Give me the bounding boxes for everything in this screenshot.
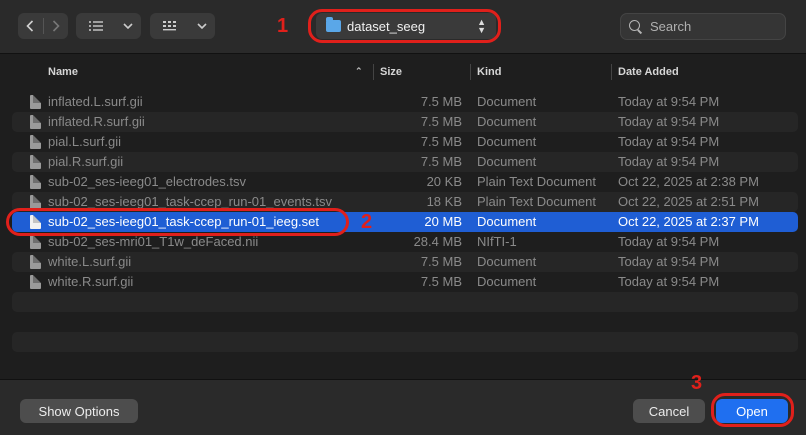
folder-icon (326, 17, 341, 32)
file-name: inflated.R.surf.gii (48, 114, 145, 129)
annotation-number: 3 (691, 372, 703, 394)
open-button[interactable]: Open (716, 399, 788, 423)
toolbar: dataset_seeg ▲ ▼ (0, 0, 806, 54)
location-label: dataset_seeg (347, 18, 426, 34)
forward-button[interactable] (44, 13, 69, 39)
file-date: Oct 22, 2025 at 2:37 PM (618, 214, 759, 229)
file-kind: Document (477, 254, 537, 269)
chevron-down-icon (116, 13, 140, 39)
file-size: 20 MB (424, 214, 462, 229)
column-header: Name ⌃ Size Kind Date Added (0, 60, 806, 84)
dialog-footer: Show Options Cancel Open (0, 379, 806, 435)
file-date: Today at 9:54 PM (618, 234, 720, 249)
search-input[interactable] (650, 19, 770, 34)
file-name: pial.R.surf.gii (48, 154, 124, 169)
file-date: Today at 9:54 PM (618, 134, 720, 149)
file-row[interactable]: white.R.surf.gii 7.5 MB Document Today a… (12, 272, 798, 292)
document-icon (30, 95, 41, 109)
file-date: Oct 22, 2025 at 2:51 PM (618, 194, 759, 209)
file-kind: Document (477, 134, 537, 149)
file-row-selected[interactable]: sub-02_ses-ieeg01_task-ccep_run-01_ieeg.… (12, 212, 798, 232)
group-view-button[interactable] (150, 13, 215, 39)
back-button[interactable] (18, 13, 43, 39)
file-row[interactable]: sub-02_ses-ieeg01_task-ccep_run-01_event… (12, 192, 798, 212)
location-popup[interactable]: dataset_seeg ▲ ▼ (316, 13, 496, 39)
file-row[interactable]: sub-02_ses-ieeg01_electrodes.tsv 20 KB P… (12, 172, 798, 192)
file-kind: Document (477, 114, 537, 129)
document-icon (30, 175, 41, 189)
document-icon (30, 115, 41, 129)
empty-row (12, 332, 798, 352)
grid-icon (150, 13, 190, 39)
file-name: white.R.surf.gii (48, 274, 134, 289)
empty-row (12, 292, 798, 312)
up-down-chevron-icon: ▲ ▼ (477, 17, 486, 35)
file-kind: Document (477, 214, 537, 229)
file-kind: Document (477, 154, 537, 169)
annotation-number: 2 (361, 211, 373, 233)
file-row[interactable]: inflated.L.surf.gii 7.5 MB Document Toda… (12, 92, 798, 112)
file-kind: Plain Text Document (477, 194, 596, 209)
file-date: Today at 9:54 PM (618, 154, 720, 169)
document-icon (30, 255, 41, 269)
file-kind: Document (477, 94, 537, 109)
file-size: 28.4 MB (413, 234, 462, 249)
file-size: 7.5 MB (420, 254, 462, 269)
column-size[interactable]: Size (380, 60, 402, 84)
file-list: inflated.L.surf.gii 7.5 MB Document Toda… (12, 92, 798, 292)
file-row[interactable]: pial.R.surf.gii 7.5 MB Document Today at… (12, 152, 798, 172)
file-row[interactable]: white.L.surf.gii 7.5 MB Document Today a… (12, 252, 798, 272)
file-date: Oct 22, 2025 at 2:38 PM (618, 174, 759, 189)
file-size: 7.5 MB (420, 94, 462, 109)
column-divider[interactable] (470, 64, 471, 80)
column-divider[interactable] (611, 64, 612, 80)
file-name: sub-02_ses-ieeg01_task-ccep_run-01_ieeg.… (48, 214, 320, 229)
file-date: Today at 9:54 PM (618, 274, 720, 289)
file-kind: Plain Text Document (477, 174, 596, 189)
document-icon (30, 235, 41, 249)
show-options-button[interactable]: Show Options (20, 399, 138, 423)
column-kind[interactable]: Kind (477, 60, 501, 84)
file-name: sub-02_ses-ieeg01_electrodes.tsv (48, 174, 247, 189)
sort-ascending-icon[interactable]: ⌃ (355, 66, 363, 77)
file-name: inflated.L.surf.gii (48, 94, 143, 109)
file-kind: NIfTI-1 (477, 234, 517, 249)
document-icon (30, 135, 41, 149)
file-size: 7.5 MB (420, 154, 462, 169)
document-icon (30, 195, 41, 209)
file-row[interactable]: inflated.R.surf.gii 7.5 MB Document Toda… (12, 112, 798, 132)
document-icon (30, 215, 41, 229)
column-name[interactable]: Name (48, 60, 78, 84)
file-size: 7.5 MB (420, 114, 462, 129)
cancel-button[interactable]: Cancel (633, 399, 705, 423)
file-row[interactable]: pial.L.surf.gii 7.5 MB Document Today at… (12, 132, 798, 152)
search-icon (629, 20, 642, 33)
file-date: Today at 9:54 PM (618, 94, 720, 109)
list-view-button[interactable] (76, 13, 141, 39)
file-date: Today at 9:54 PM (618, 114, 720, 129)
document-icon (30, 155, 41, 169)
file-name: sub-02_ses-ieeg01_task-ccep_run-01_event… (48, 194, 333, 209)
document-icon (30, 275, 41, 289)
file-name: white.L.surf.gii (48, 254, 132, 269)
file-date: Today at 9:54 PM (618, 254, 720, 269)
file-row[interactable]: sub-02_ses-mri01_T1w_deFaced.nii 28.4 MB… (12, 232, 798, 252)
column-divider[interactable] (373, 64, 374, 80)
chevron-down-icon (190, 13, 214, 39)
file-kind: Document (477, 274, 537, 289)
chevron-right-icon (52, 20, 60, 32)
file-size: 7.5 MB (420, 134, 462, 149)
search-field[interactable] (620, 13, 786, 40)
file-size: 20 KB (426, 174, 462, 189)
navigation-buttons (18, 13, 68, 39)
list-icon (76, 13, 116, 39)
file-name: pial.L.surf.gii (48, 134, 121, 149)
file-size: 7.5 MB (420, 274, 462, 289)
annotation-number: 1 (277, 15, 289, 37)
chevron-left-icon (26, 20, 34, 32)
file-name: sub-02_ses-mri01_T1w_deFaced.nii (48, 234, 259, 249)
column-date-added[interactable]: Date Added (618, 60, 679, 84)
file-size: 18 KB (426, 194, 462, 209)
